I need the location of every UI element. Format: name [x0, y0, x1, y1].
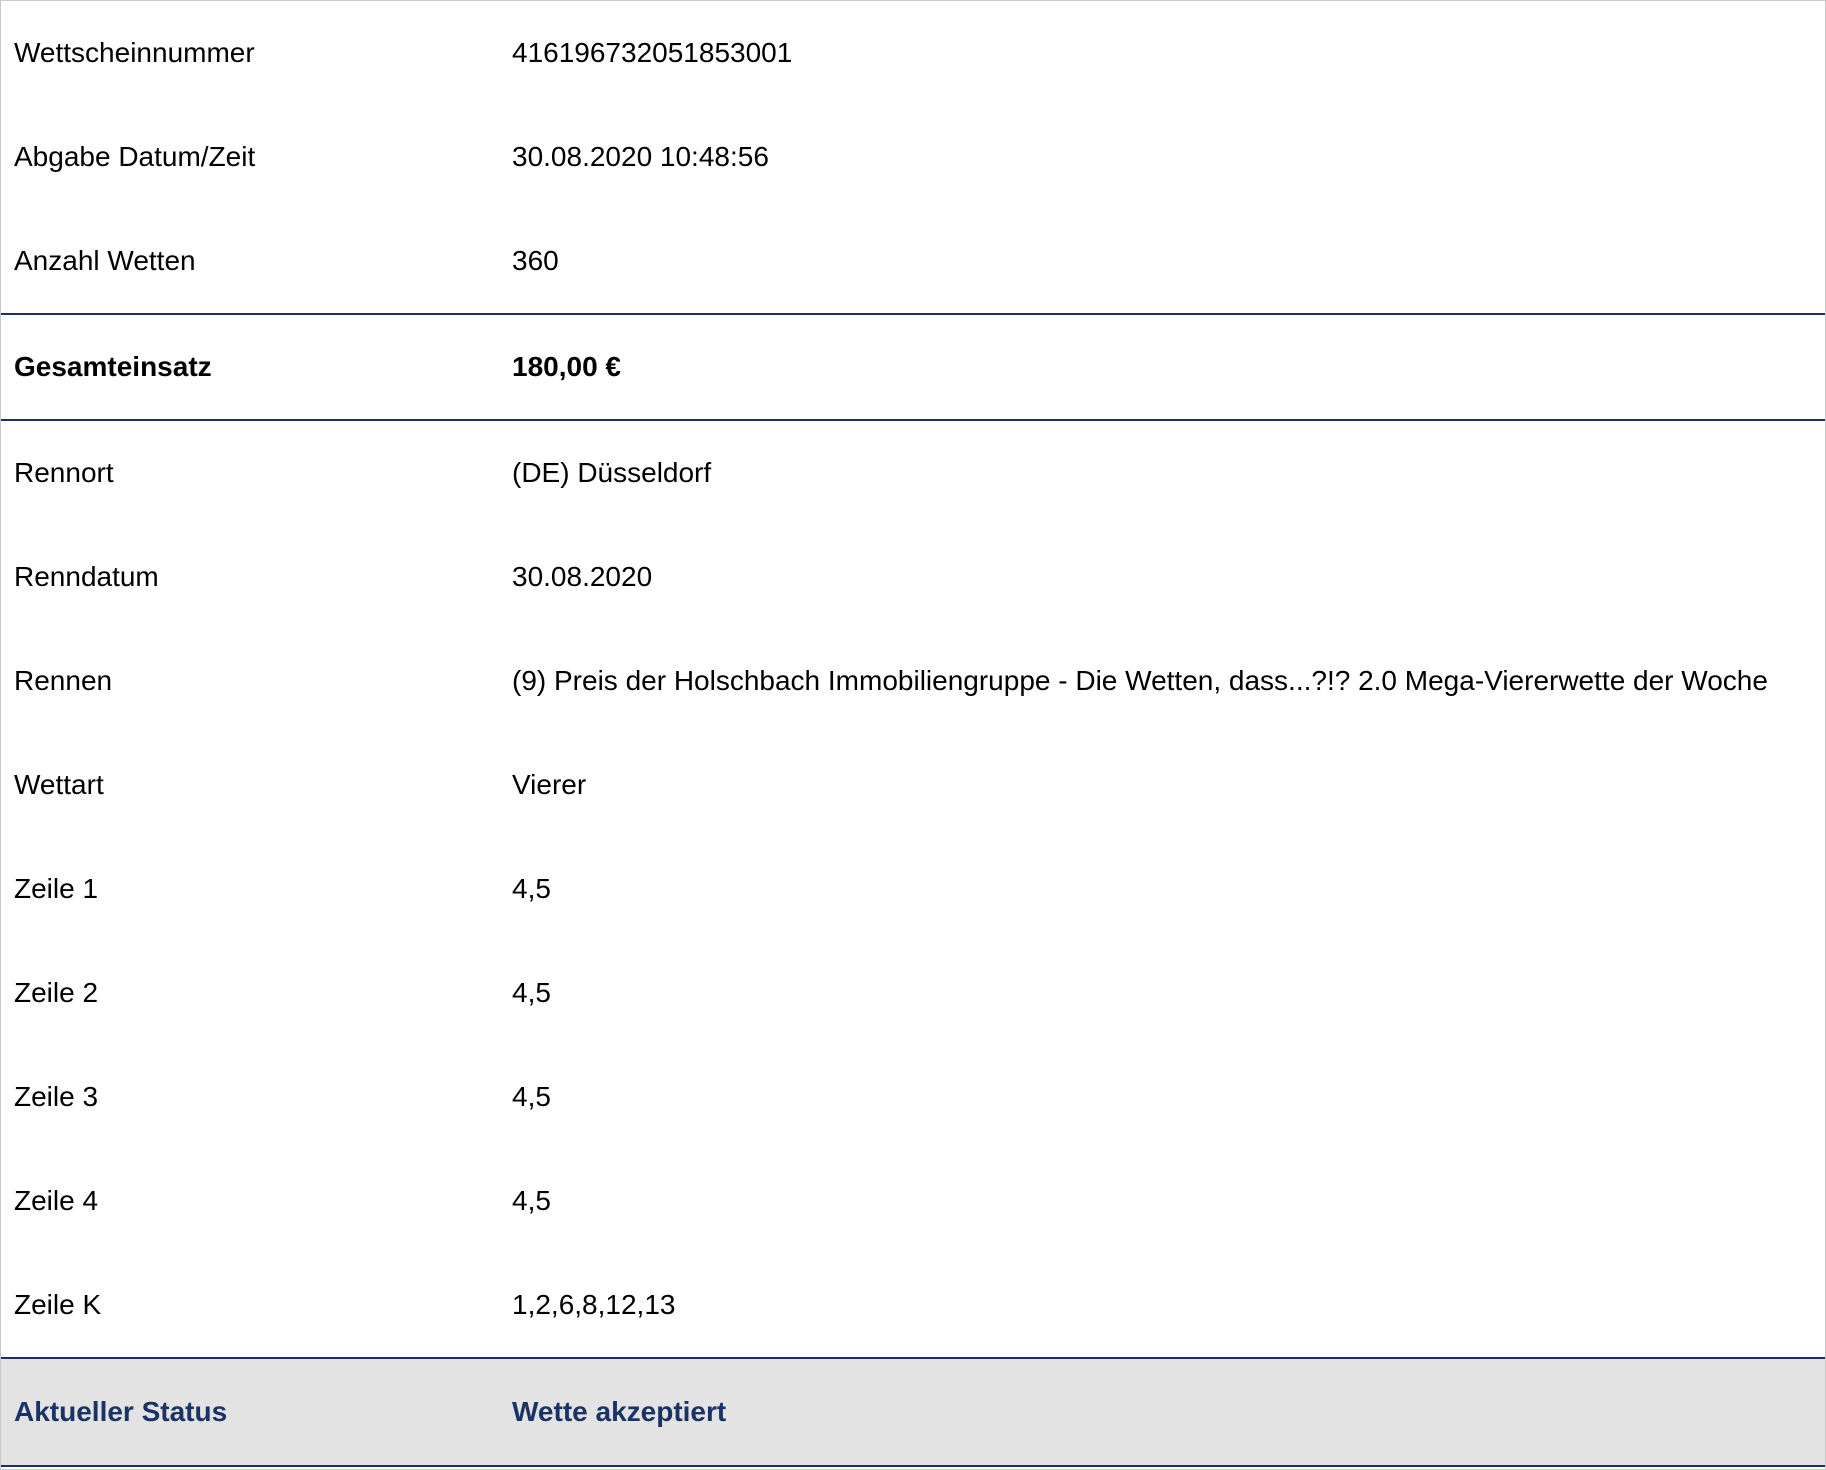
race-location-value: (DE) Düsseldorf	[512, 457, 712, 488]
race-date-value: 30.08.2020	[512, 561, 653, 592]
line-3-value: 4,5	[512, 1081, 551, 1112]
submission-datetime-value: 30.08.2020 10:48:56	[512, 141, 769, 172]
line-k-row: Zeile K 1,2,6,8,12,13	[1, 1253, 1825, 1357]
ticket-number-row: Wettscheinnummer 416196732051853001	[1, 1, 1825, 105]
current-status-row: Aktueller Status Wette akzeptiert	[1, 1359, 1825, 1465]
bottom-divider	[1, 1465, 1825, 1467]
bet-type-row: Wettart Vierer	[1, 733, 1825, 837]
ticket-number-label: Wettscheinnummer	[14, 37, 255, 68]
race-name-value: (9) Preis der Holschbach Immobiliengrupp…	[512, 665, 1768, 696]
submission-datetime-label: Abgabe Datum/Zeit	[14, 141, 256, 172]
bet-count-value: 360	[512, 245, 559, 276]
bet-ticket-details: Wettscheinnummer 416196732051853001 Abga…	[0, 0, 1826, 1470]
race-date-row: Renndatum 30.08.2020	[1, 525, 1825, 629]
line-3-row: Zeile 3 4,5	[1, 1045, 1825, 1149]
line-4-label: Zeile 4	[14, 1185, 99, 1216]
line-2-label: Zeile 2	[14, 977, 99, 1008]
race-name-row: Rennen (9) Preis der Holschbach Immobili…	[1, 629, 1825, 733]
race-info-section: Rennort (DE) Düsseldorf Renndatum 30.08.…	[1, 421, 1825, 1357]
race-location-label: Rennort	[14, 457, 114, 488]
line-2-value: 4,5	[512, 977, 551, 1008]
current-status-value: Wette akzeptiert	[512, 1396, 727, 1427]
bet-count-row: Anzahl Wetten 360	[1, 209, 1825, 313]
line-4-row: Zeile 4 4,5	[1, 1149, 1825, 1253]
total-stake-row: Gesamteinsatz 180,00 €	[1, 315, 1825, 419]
line-k-value: 1,2,6,8,12,13	[512, 1289, 676, 1320]
line-1-label: Zeile 1	[14, 873, 99, 904]
total-stake-label: Gesamteinsatz	[14, 351, 212, 382]
line-2-row: Zeile 2 4,5	[1, 941, 1825, 1045]
bet-type-label: Wettart	[14, 769, 104, 800]
line-1-value: 4,5	[512, 873, 551, 904]
ticket-info-section: Wettscheinnummer 416196732051853001 Abga…	[1, 1, 1825, 313]
line-k-label: Zeile K	[14, 1289, 102, 1320]
line-4-value: 4,5	[512, 1185, 551, 1216]
bet-count-label: Anzahl Wetten	[14, 245, 196, 276]
bet-type-value: Vierer	[512, 769, 587, 800]
line-3-label: Zeile 3	[14, 1081, 99, 1112]
line-1-row: Zeile 1 4,5	[1, 837, 1825, 941]
current-status-label: Aktueller Status	[14, 1396, 228, 1427]
race-date-label: Renndatum	[14, 561, 159, 592]
total-stake-value: 180,00 €	[512, 351, 621, 382]
race-location-row: Rennort (DE) Düsseldorf	[1, 421, 1825, 525]
submission-datetime-row: Abgabe Datum/Zeit 30.08.2020 10:48:56	[1, 105, 1825, 209]
ticket-number-value: 416196732051853001	[512, 37, 793, 68]
race-name-label: Rennen	[14, 665, 113, 696]
